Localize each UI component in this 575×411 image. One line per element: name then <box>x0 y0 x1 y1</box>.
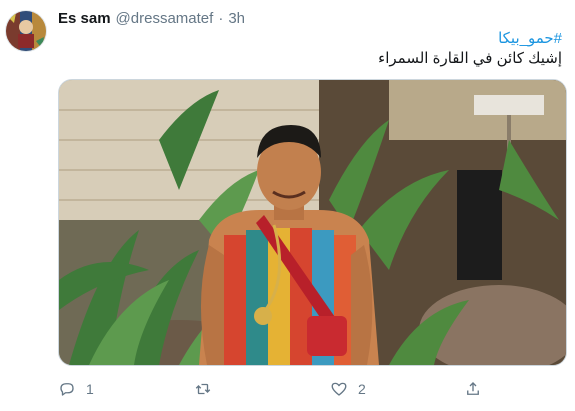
photo-image <box>59 80 566 365</box>
tweet-text: #حمو_بيكا إشيك كائن في القارة السمراء <box>62 29 562 69</box>
heart-icon <box>331 382 347 396</box>
share-button[interactable] <box>464 378 482 400</box>
tweet-card[interactable]: Es sam @dressamatef · 3h #حمو_بيكا إشيك … <box>0 0 575 411</box>
like-button[interactable]: 2 <box>330 378 366 400</box>
author-handle[interactable]: @dressamatef <box>116 10 214 27</box>
reply-button[interactable]: 1 <box>58 378 94 400</box>
like-count: 2 <box>358 381 366 397</box>
hashtag-link[interactable]: #حمو_بيكا <box>62 29 562 49</box>
tweet-actions: 1 2 <box>58 378 508 400</box>
retweet-icon <box>195 383 211 395</box>
tweet-photo[interactable] <box>58 79 567 366</box>
avatar[interactable] <box>5 10 47 52</box>
share-icon <box>467 382 479 395</box>
author-name[interactable]: Es sam <box>58 10 111 27</box>
retweet-button[interactable] <box>194 378 222 400</box>
tweet-body: إشيك كائن في القارة السمراء <box>378 50 562 67</box>
reply-count: 1 <box>86 381 94 397</box>
tweet-header: Es sam @dressamatef · 3h <box>58 10 245 28</box>
reply-icon <box>60 383 74 396</box>
avatar-image <box>6 11 46 51</box>
separator-dot: · <box>218 10 224 27</box>
timestamp[interactable]: 3h <box>228 10 245 27</box>
